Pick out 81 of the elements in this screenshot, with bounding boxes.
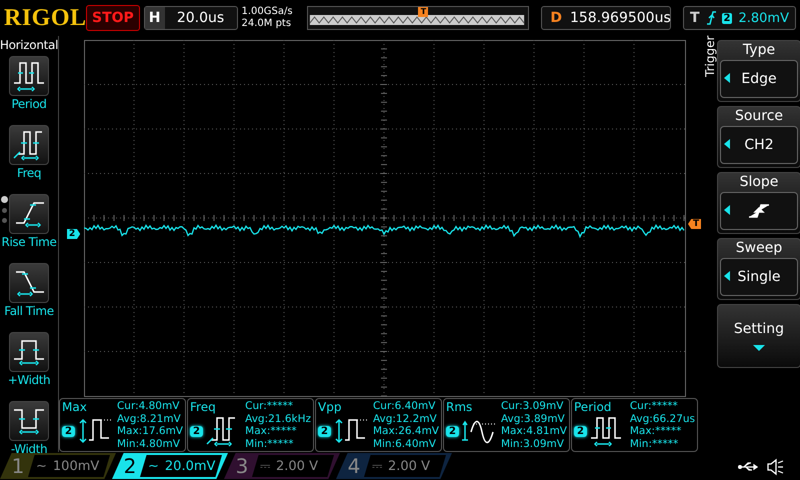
measurement-name: Vpp	[318, 400, 342, 414]
coupling-symbol: ~	[148, 458, 159, 474]
channel-badge: 2	[574, 426, 587, 436]
softkey-value: CH2	[720, 126, 798, 164]
timebase-display[interactable]: H 20.0us	[144, 6, 238, 30]
softkey-label: Sweep	[736, 240, 782, 256]
menu-title: Horizontal	[0, 37, 58, 54]
menu-softkey[interactable]: Type Edge	[717, 40, 800, 102]
sample-rate: 1.00GSa/s	[242, 6, 294, 18]
measurement-panel[interactable]: Vpp 2 Cur:6.40mV Avg:12.2mV Max:26.4mV Min:6.40mV	[315, 398, 442, 452]
left-arrow-icon	[724, 73, 730, 83]
softkey-label: Slope	[740, 174, 778, 190]
measurement-name: Rms	[446, 400, 474, 414]
measurement-value: Max:17.6mV	[116, 425, 183, 438]
measurement-value: Max:4.81mV	[500, 425, 567, 438]
page-dot[interactable]	[2, 218, 7, 223]
waveform-overview: T	[307, 6, 530, 30]
measurement-value: Min:4.80mV	[116, 438, 181, 450]
softkey-value: Single	[720, 258, 798, 296]
measurement-value: Max:*****	[630, 425, 682, 438]
channel-scale: 100mV	[52, 458, 100, 474]
menu-softkey[interactable]: Setting	[717, 304, 800, 368]
measurement-value: Avg:8.21mV	[116, 412, 182, 425]
measurement-panel[interactable]: Rms 2 Cur:3.09mV Avg:3.89mV Max:4.81mV Min:3.09mV	[443, 398, 570, 452]
channel-tab[interactable]: 1 ~ 100mV	[0, 453, 116, 479]
rising-edge-icon	[747, 203, 771, 219]
speaker-muted-icon	[766, 458, 784, 476]
measurement-value: Max:26.4mV	[372, 425, 439, 438]
measurement-value: Avg:21.6kHz	[245, 412, 311, 425]
measurement-value: Cur:*****	[630, 400, 679, 412]
run-stop-status[interactable]: STOP	[86, 5, 140, 31]
measurement-name: Max	[62, 400, 88, 414]
channel-tab[interactable]: 4 ⎓ 2.00 V	[336, 453, 452, 479]
measurement-value: Min:*****	[630, 438, 680, 450]
measurement-value: Avg:12.2mV	[372, 412, 438, 425]
measurement-name: Freq	[190, 400, 217, 414]
measurement-value: Min:6.40mV	[372, 438, 437, 450]
left-arrow-icon	[724, 139, 730, 149]
channel-tab[interactable]: 3 ⎓ 2.00 V	[224, 453, 340, 479]
left-arrow-icon	[724, 205, 730, 215]
channel-marker[interactable]: 2	[67, 229, 80, 239]
delay-display[interactable]: D 158.969500us	[541, 6, 671, 30]
menu-softkey[interactable]: Sweep Single	[717, 238, 800, 300]
measurement-panel[interactable]: Period 2 Cur:***** Avg:66.27us Max:***** Min:*****	[571, 398, 698, 452]
channel-scale: 2.00 V	[388, 458, 430, 474]
channel-tab[interactable]: 2 ~ 20.0mV	[112, 453, 228, 479]
measurement-name: Period	[574, 400, 612, 414]
measurement-value: Cur:3.09mV	[500, 400, 564, 412]
menu-softkey[interactable]: Slope	[717, 172, 800, 234]
trigger-level-marker[interactable]: T	[688, 219, 702, 229]
coupling-symbol: ⎓	[372, 458, 382, 474]
channel-badge: 2	[62, 426, 75, 436]
menu-softkey[interactable]: Source CH2	[717, 106, 800, 168]
softkey-label: Type	[742, 42, 776, 58]
menu-title: Trigger	[703, 36, 717, 80]
measurement-panel[interactable]: Freq 2 Cur:***** Avg:21.6kHz Max:***** Min:*****	[187, 398, 314, 452]
measurement-value: Cur:*****	[245, 400, 294, 412]
page-dot[interactable]	[2, 208, 7, 213]
trigger-display[interactable]: T 2 2.80mV	[682, 6, 796, 30]
measurement-panel[interactable]: Max 2 Cur:4.80mV Avg:8.21mV Max:17.6mV Min:4.80mV	[59, 398, 186, 452]
measurement-value: Max:*****	[245, 425, 298, 438]
channel-badge: 2	[446, 426, 459, 436]
measurement-value: Cur:4.80mV	[116, 400, 180, 412]
measurement-value: Min:*****	[245, 438, 295, 450]
page-dot[interactable]	[1, 196, 8, 203]
measurement-value: Avg:66.27us	[630, 412, 695, 425]
channel-badge: 2	[190, 426, 203, 436]
left-arrow-icon	[724, 271, 730, 281]
usb-icon	[738, 461, 760, 473]
softkey-label: Source	[734, 108, 784, 124]
measurement-value: Cur:6.40mV	[372, 400, 436, 412]
channel-scale: 2.00 V	[276, 458, 318, 474]
measurement-value: Avg:3.89mV	[500, 412, 566, 425]
rising-edge-icon	[706, 11, 716, 25]
softkey-value: Edge	[720, 60, 798, 98]
memory-depth: 24.0M pts	[242, 18, 292, 30]
channel-scale: 20.0mV	[164, 458, 216, 474]
measurement-value: Min:3.09mV	[500, 438, 565, 450]
coupling-symbol: ~	[36, 458, 47, 474]
channel-badge: 2	[318, 426, 331, 436]
coupling-symbol: ⎓	[260, 458, 270, 474]
